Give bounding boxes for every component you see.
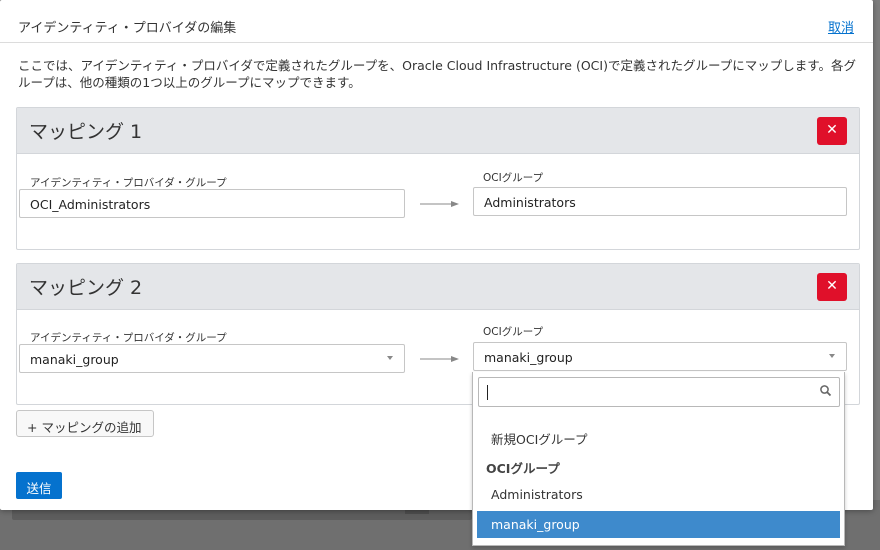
- dialog-description: ここでは、アイデンティティ・プロバイダで定義されたグループを、Oracle Cl…: [18, 58, 856, 90]
- mapping-header: マッピング 2 ✕: [17, 264, 859, 310]
- mapping-title: マッピング 1: [29, 121, 143, 143]
- delete-mapping-button[interactable]: ✕: [817, 117, 847, 145]
- submit-button[interactable]: 送信: [16, 472, 62, 499]
- oci-group-value: Administrators: [484, 195, 576, 210]
- idp-group-select[interactable]: manaki_group: [19, 344, 405, 373]
- dropdown-search-input[interactable]: [478, 377, 840, 407]
- close-icon: ✕: [826, 122, 838, 138]
- oci-group-value: manaki_group: [484, 350, 573, 365]
- mapping-title: マッピング 2: [29, 277, 143, 299]
- idp-group-label: アイデンティティ・プロバイダ・グループ: [30, 332, 227, 344]
- dropdown-option-new-oci-group[interactable]: 新規OCIグループ: [477, 423, 840, 450]
- idp-group-input[interactable]: OCI_Administrators: [19, 189, 405, 218]
- dropdown-group-header: OCIグループ: [477, 452, 840, 479]
- oci-group-dropdown: 新規OCIグループ OCIグループ Administrators manaki_…: [472, 372, 845, 546]
- idp-group-value: OCI_Administrators: [30, 197, 151, 212]
- dialog-header: アイデンティティ・プロバイダの編集 取消: [0, 0, 873, 43]
- submit-label: 送信: [26, 481, 52, 496]
- mapping-panel-1: マッピング 1 ✕ アイデンティティ・プロバイダ・グループ OCI_Admini…: [16, 107, 860, 250]
- dropdown-option-manaki-group[interactable]: manaki_group: [477, 511, 840, 538]
- oci-group-select[interactable]: manaki_group: [473, 342, 847, 371]
- mapping-header: マッピング 1 ✕: [17, 108, 859, 154]
- idp-group-label: アイデンティティ・プロバイダ・グループ: [30, 177, 227, 189]
- background-arrow: [405, 510, 429, 514]
- arrow-right-icon: [420, 356, 459, 362]
- oci-group-input[interactable]: Administrators: [473, 187, 847, 216]
- cancel-link[interactable]: 取消: [828, 17, 854, 36]
- search-icon: [820, 385, 832, 397]
- chevron-down-icon: [387, 356, 393, 360]
- close-icon: ✕: [826, 278, 838, 294]
- oci-group-label: OCIグループ: [483, 326, 544, 338]
- dropdown-option-administrators[interactable]: Administrators: [477, 481, 840, 508]
- option-label: manaki_group: [491, 517, 580, 532]
- chevron-down-icon: [829, 354, 835, 358]
- idp-group-value: manaki_group: [30, 352, 119, 367]
- arrow-right-icon: [420, 201, 459, 207]
- group-label: OCIグループ: [486, 461, 560, 476]
- option-label: Administrators: [491, 487, 583, 502]
- option-label: 新規OCIグループ: [491, 432, 588, 447]
- oci-group-label: OCIグループ: [483, 172, 544, 184]
- text-cursor: [487, 385, 488, 400]
- add-mapping-label: + マッピングの追加: [27, 420, 142, 435]
- dialog-title: アイデンティティ・プロバイダの編集: [18, 21, 237, 36]
- add-mapping-button[interactable]: + マッピングの追加: [16, 410, 154, 437]
- delete-mapping-button[interactable]: ✕: [817, 273, 847, 301]
